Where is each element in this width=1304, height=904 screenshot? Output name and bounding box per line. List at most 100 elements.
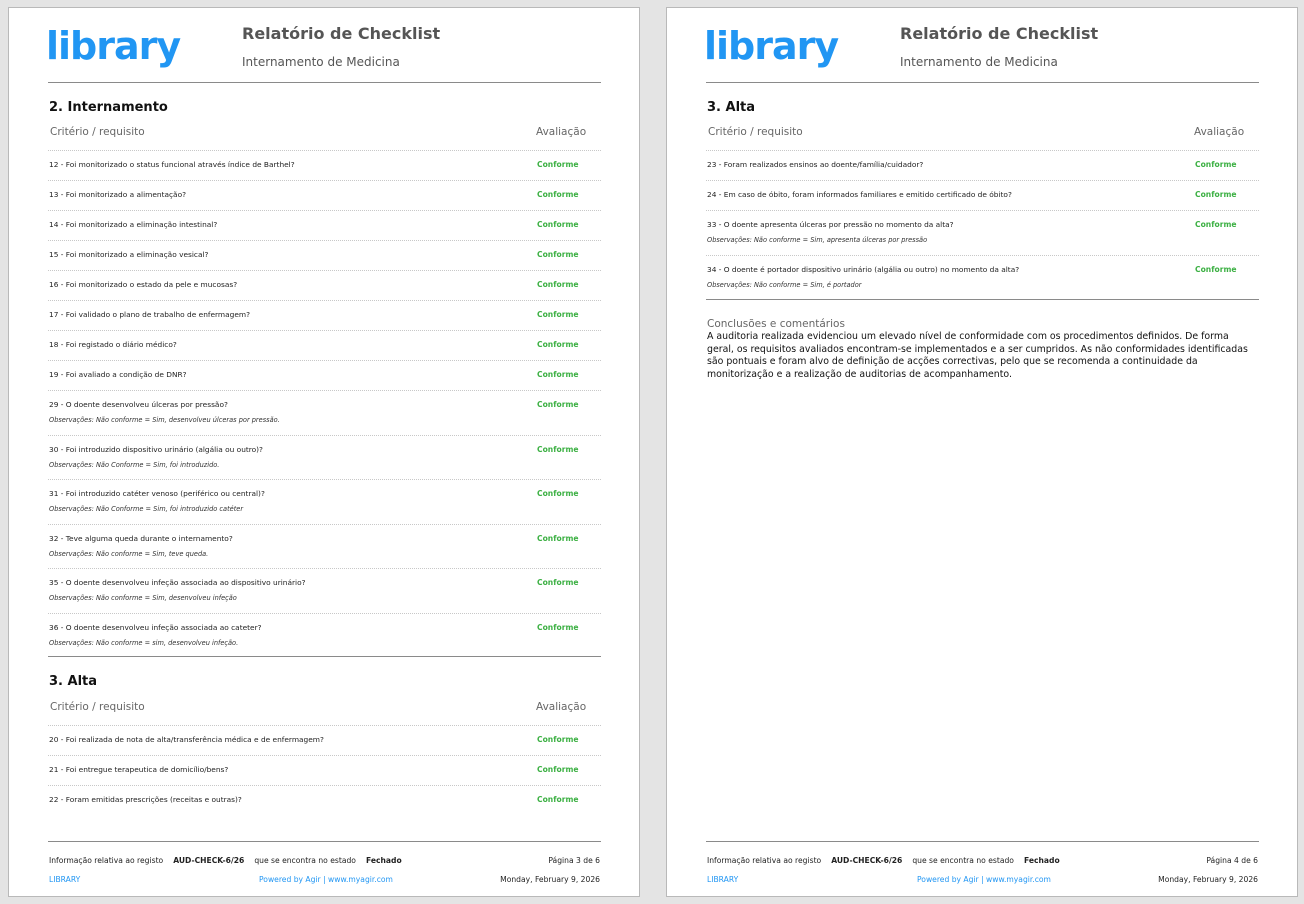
- row-question: 18 - Foi registado o diário médico?: [49, 340, 177, 349]
- row-divider: [48, 434, 601, 436]
- row-observation: Observações: Não conforme = Sim, desenvo…: [49, 594, 237, 602]
- row-status: Conforme: [1195, 264, 1237, 274]
- row-question: 24 - Em caso de óbito, foram informados …: [707, 190, 1012, 199]
- row-status: Conforme: [537, 280, 579, 289]
- row-question: 20 - Foi realizada de nota de alta/trans…: [49, 735, 324, 744]
- report-date: Monday, February 9, 2026: [500, 875, 600, 884]
- row-question: 17 - Foi validado o plano de trabalho de…: [49, 310, 251, 319]
- row-status: Conforme: [537, 370, 579, 379]
- header-divider: [706, 82, 1259, 83]
- report-page-3: library Relatório de Checklist Intername…: [8, 7, 640, 897]
- criterion-column-header: Critério / requisito: [50, 701, 145, 713]
- row-question: 29 - O doente desenvolveu úlceras por pr…: [49, 400, 228, 409]
- row-status: Conforme: [1195, 190, 1237, 199]
- row-divider: [48, 270, 601, 271]
- record-code: AUD-CHECK-6/26: [173, 856, 245, 865]
- row-divider: [706, 254, 1259, 256]
- row-divider: [706, 180, 1259, 181]
- section-title-internamento: 2. Internamento: [49, 100, 168, 115]
- row-question: 15 - Foi monitorizado a eliminação vesic…: [49, 250, 209, 259]
- row-question: 14 - Foi monitorizado a eliminação intes…: [49, 220, 218, 229]
- powered-by-link[interactable]: Powered by Agir | www.myagir.com: [259, 875, 393, 885]
- row-divider: [48, 240, 601, 241]
- library-logo: library: [46, 24, 181, 68]
- row-divider: [48, 785, 601, 786]
- footer-divider: [706, 841, 1259, 842]
- record-state: Fechado: [365, 856, 402, 865]
- row-observation: Observações: Não conforme = sim, desenvo…: [49, 638, 239, 647]
- record-info: Informação relativa ao registo AUD-CHECK-…: [707, 856, 1060, 866]
- row-divider: [48, 612, 601, 614]
- row-divider: [48, 725, 601, 726]
- row-status: Conforme: [537, 444, 579, 454]
- section-title-alta: 3. Alta: [49, 674, 98, 689]
- page-number: Página 3 de 6: [548, 856, 600, 865]
- row-status: Conforme: [537, 622, 579, 632]
- page-number: Página 4 de 6: [1206, 856, 1258, 865]
- row-question: 36 - O doente desenvolveu infeção associ…: [49, 622, 262, 632]
- row-question: 13 - Foi monitorizado a alimentação?: [49, 190, 187, 199]
- row-divider: [706, 210, 1259, 211]
- table-header: Critério / requisito Avaliação: [49, 125, 599, 147]
- row-observation: Observações: Não conforme = Sim, apresen…: [707, 236, 928, 244]
- record-info-mid: que se encontra no estado: [912, 856, 1014, 865]
- row-question: 33 - O doente apresenta úlceras por pres…: [707, 220, 954, 229]
- row-status: Conforme: [537, 310, 579, 319]
- conclusions-label: Conclusões e comentários: [707, 318, 845, 330]
- row-question: 16 - Foi monitorizado o estado da pele e…: [49, 280, 238, 289]
- powered-by-link[interactable]: Powered by Agir | www.myagir.com: [917, 875, 1051, 885]
- row-status: Conforme: [537, 400, 579, 409]
- report-subtitle: Internamento de Medicina: [242, 55, 400, 69]
- evaluation-column-header: Avaliação: [536, 126, 587, 138]
- row-status: Conforme: [537, 340, 579, 349]
- report-date: Monday, February 9, 2026: [1158, 875, 1258, 884]
- row-observation: Observações: Não conforme = Sim, é porta…: [707, 280, 862, 289]
- record-info-mid: que se encontra no estado: [254, 856, 356, 865]
- row-observation: Observações: Não conforme = Sim, teve qu…: [49, 549, 209, 558]
- row-status: Conforme: [537, 765, 579, 774]
- row-question: 23 - Foram realizados ensinos ao doente/…: [707, 160, 924, 169]
- row-question: 34 - O doente é portador dispositivo uri…: [707, 264, 1020, 274]
- row-divider: [48, 300, 601, 301]
- header-divider: [48, 82, 601, 83]
- evaluation-column-header: Avaliação: [1194, 126, 1245, 138]
- section-divider: [706, 299, 1259, 300]
- row-divider: [48, 360, 601, 361]
- row-status: Conforme: [537, 160, 579, 169]
- report-page-4: library Relatório de Checklist Intername…: [666, 7, 1298, 897]
- record-info-prefix: Informação relativa ao registo: [707, 856, 822, 865]
- footer-brand: LIBRARY: [707, 875, 739, 884]
- report-title: Relatório de Checklist: [900, 24, 1099, 43]
- row-divider: [48, 523, 601, 525]
- row-status: Conforme: [537, 533, 579, 543]
- section-title-alta: 3. Alta: [707, 100, 756, 115]
- table-header: Critério / requisito Avaliação: [49, 700, 599, 722]
- row-observation: Observações: Não Conforme = Sim, foi int…: [49, 460, 220, 469]
- report-title: Relatório de Checklist: [242, 24, 441, 43]
- row-status: Conforme: [537, 220, 579, 229]
- evaluation-column-header: Avaliação: [536, 701, 587, 713]
- record-code: AUD-CHECK-6/26: [831, 856, 903, 865]
- conclusions-text: A auditoria realizada evidenciou um elev…: [707, 331, 1248, 380]
- row-status: Conforme: [537, 795, 579, 804]
- row-question: 30 - Foi introduzido dispositivo urinári…: [49, 444, 263, 454]
- record-state: Fechado: [1023, 856, 1060, 865]
- criterion-column-header: Critério / requisito: [708, 126, 803, 138]
- row-divider: [48, 150, 601, 151]
- row-status: Conforme: [537, 190, 579, 199]
- row-status: Conforme: [1195, 220, 1237, 229]
- row-observation: Observações: Não Conforme = Sim, foi int…: [49, 505, 244, 513]
- row-status: Conforme: [537, 735, 579, 744]
- row-divider: [706, 150, 1259, 151]
- row-question: 21 - Foi entregue terapeutica de domicíl…: [49, 765, 229, 774]
- row-divider: [48, 479, 601, 480]
- record-info-prefix: Informação relativa ao registo: [49, 856, 164, 865]
- row-divider: [48, 568, 601, 569]
- record-info: Informação relativa ao registo AUD-CHECK-…: [49, 856, 402, 866]
- row-status: Conforme: [537, 578, 579, 587]
- section-divider: [48, 656, 601, 657]
- report-subtitle: Internamento de Medicina: [900, 55, 1058, 69]
- row-observation: Observações: Não conforme = Sim, desenvo…: [49, 416, 280, 424]
- row-status: Conforme: [1195, 160, 1237, 169]
- row-question: 19 - Foi avaliado a condição de DNR?: [49, 370, 187, 379]
